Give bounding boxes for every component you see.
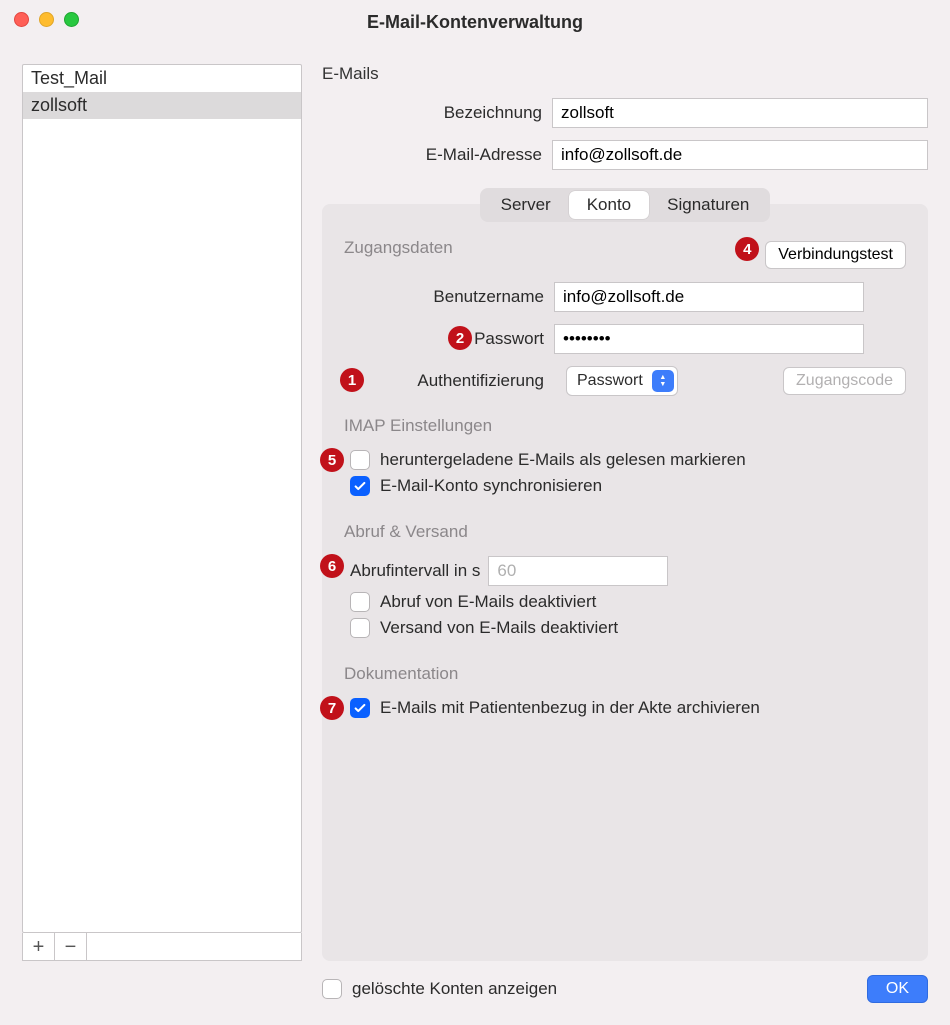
tab-server[interactable]: Server <box>483 191 569 219</box>
close-window-icon[interactable] <box>14 12 29 27</box>
auth-label: Authentifizierung <box>344 371 554 391</box>
send-disabled-checkbox[interactable] <box>350 618 370 638</box>
heading-imap: IMAP Einstellungen <box>344 416 906 436</box>
bezeichnung-label: Bezeichnung <box>322 103 552 123</box>
sync-checkbox[interactable] <box>350 476 370 496</box>
minimize-window-icon[interactable] <box>39 12 54 27</box>
fetch-disabled-checkbox[interactable] <box>350 592 370 612</box>
settings-tabs: Server Konto Signaturen <box>480 188 771 222</box>
ok-button[interactable]: OK <box>867 975 928 1003</box>
add-account-button[interactable]: + <box>23 933 55 960</box>
benutzername-input[interactable] <box>554 282 864 312</box>
annotation-badge-7: 7 <box>320 696 344 720</box>
annotation-badge-2: 2 <box>448 326 472 350</box>
list-toolbar-spacer <box>87 933 301 960</box>
heading-doku: Dokumentation <box>344 664 906 684</box>
show-deleted-label: gelöschte Konten anzeigen <box>352 979 557 999</box>
window-controls <box>14 12 79 27</box>
zoom-window-icon[interactable] <box>64 12 79 27</box>
mark-read-checkbox[interactable] <box>350 450 370 470</box>
annotation-badge-6: 6 <box>320 554 344 578</box>
mark-read-label: heruntergeladene E-Mails als gelesen mar… <box>380 450 746 470</box>
titlebar: E-Mail-Kontenverwaltung <box>0 0 950 44</box>
bezeichnung-input[interactable] <box>552 98 928 128</box>
account-list-panel: Test_Mail zollsoft + − <box>22 64 302 961</box>
auth-select-value: Passwort <box>577 372 643 390</box>
archive-label: E-Mails mit Patientenbezug in der Akte a… <box>380 698 760 718</box>
send-disabled-label: Versand von E-Mails deaktiviert <box>380 618 618 638</box>
archive-checkbox[interactable] <box>350 698 370 718</box>
verbindungstest-button[interactable]: Verbindungstest <box>765 241 906 269</box>
sync-label: E-Mail-Konto synchronisieren <box>380 476 602 496</box>
email-input[interactable] <box>552 140 928 170</box>
chevron-updown-icon: ▲▼ <box>652 370 674 392</box>
window-title: E-Mail-Kontenverwaltung <box>367 12 583 33</box>
annotation-badge-1: 1 <box>340 368 364 392</box>
details-panel: E-Mails Bezeichnung E-Mail-Adresse Serve… <box>322 64 928 961</box>
list-item[interactable]: zollsoft <box>23 92 301 119</box>
konto-panel: Zugangsdaten 4 Verbindungstest Benutzern… <box>322 204 928 961</box>
remove-account-button[interactable]: − <box>55 933 87 960</box>
account-list[interactable]: Test_Mail zollsoft <box>22 64 302 933</box>
interval-input[interactable] <box>488 556 668 586</box>
passwort-input[interactable] <box>554 324 864 354</box>
section-label-emails: E-Mails <box>322 64 928 84</box>
interval-label: Abrufintervall in s <box>350 561 480 581</box>
show-deleted-checkbox[interactable] <box>322 979 342 999</box>
annotation-badge-4: 4 <box>735 237 759 261</box>
list-toolbar: + − <box>22 933 302 961</box>
tab-konto[interactable]: Konto <box>569 191 649 219</box>
heading-abruf: Abruf & Versand <box>344 522 906 542</box>
fetch-disabled-label: Abruf von E-Mails deaktiviert <box>380 592 596 612</box>
tab-signaturen[interactable]: Signaturen <box>649 191 767 219</box>
benutzername-label: Benutzername <box>344 287 554 307</box>
bottom-bar: gelöschte Konten anzeigen OK <box>22 969 928 1009</box>
list-item[interactable]: Test_Mail <box>23 65 301 92</box>
heading-zugangsdaten: Zugangsdaten <box>344 238 453 258</box>
annotation-badge-5: 5 <box>320 448 344 472</box>
email-label: E-Mail-Adresse <box>322 145 552 165</box>
auth-select[interactable]: Passwort ▲▼ <box>566 366 678 396</box>
zugangscode-button[interactable]: Zugangscode <box>783 367 906 395</box>
